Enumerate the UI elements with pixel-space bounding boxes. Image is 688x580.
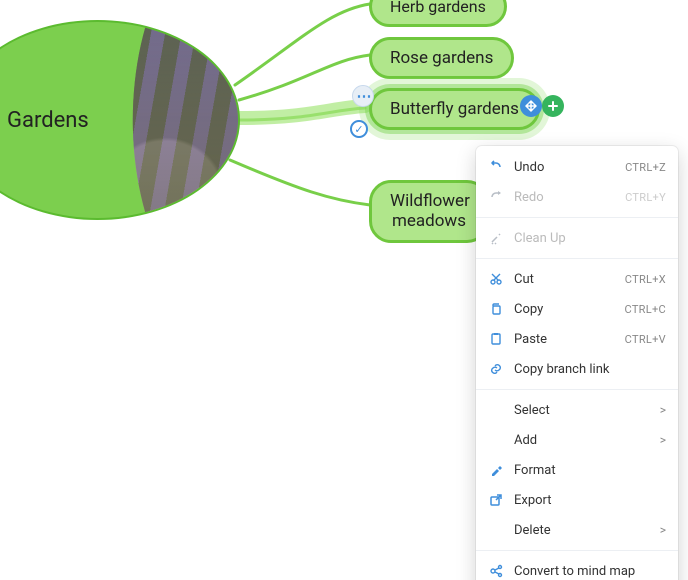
blank-icon <box>488 522 504 538</box>
node-check-icon[interactable]: ✓ <box>350 120 368 138</box>
chevron-right-icon: > <box>660 523 666 537</box>
central-node-image <box>92 22 238 218</box>
central-node-label: Gardens <box>7 108 89 133</box>
menu-label: Cut <box>514 272 615 287</box>
menu-label: Clean Up <box>514 231 666 246</box>
node-label: Butterfly gardens <box>390 99 519 119</box>
menu-label: Convert to mind map <box>514 564 666 579</box>
menu-shortcut: CTRL+Y <box>625 191 666 204</box>
blank-icon <box>488 402 504 418</box>
menu-export[interactable]: Export <box>476 485 678 515</box>
menu-label: Delete <box>514 523 650 538</box>
node-rose-gardens[interactable]: Rose gardens <box>369 37 514 79</box>
redo-icon <box>488 189 504 205</box>
menu-shortcut: CTRL+C <box>625 303 666 316</box>
node-herb-gardens[interactable]: Herb gardens <box>369 0 507 27</box>
node-menu-icon[interactable]: ⋯ <box>352 85 374 107</box>
menu-paste[interactable]: Paste CTRL+V <box>476 324 678 354</box>
menu-label: Format <box>514 463 666 478</box>
menu-separator <box>476 217 678 218</box>
menu-label: Copy branch link <box>514 362 666 377</box>
export-icon <box>488 492 504 508</box>
chevron-right-icon: > <box>660 403 666 417</box>
node-label: Herb gardens <box>390 0 486 16</box>
menu-label: Select <box>514 403 650 418</box>
menu-label: Copy <box>514 302 615 317</box>
node-wildflower-meadows[interactable]: Wildflower meadows <box>369 180 489 243</box>
menu-cut[interactable]: Cut CTRL+X <box>476 264 678 294</box>
menu-label: Redo <box>514 190 615 205</box>
menu-copy[interactable]: Copy CTRL+C <box>476 294 678 324</box>
menu-label: Add <box>514 433 650 448</box>
menu-shortcut: CTRL+V <box>625 333 666 346</box>
chevron-right-icon: > <box>660 433 666 447</box>
context-menu: Undo CTRL+Z Redo CTRL+Y Clean Up Cut CTR… <box>476 146 678 580</box>
node-label: Wildflower meadows <box>390 191 470 231</box>
menu-undo[interactable]: Undo CTRL+Z <box>476 152 678 182</box>
menu-convert-to-mindmap[interactable]: Convert to mind map <box>476 556 678 580</box>
undo-icon <box>488 159 504 175</box>
menu-label: Paste <box>514 332 615 347</box>
menu-select[interactable]: Select > <box>476 395 678 425</box>
menu-redo: Redo CTRL+Y <box>476 182 678 212</box>
central-node-gardens[interactable]: Gardens <box>0 20 240 220</box>
node-add-icon[interactable] <box>542 95 564 117</box>
node-label: Rose gardens <box>390 48 493 68</box>
node-move-icon[interactable] <box>520 95 542 117</box>
mindmap-icon <box>488 563 504 579</box>
menu-format[interactable]: Format <box>476 455 678 485</box>
menu-separator <box>476 550 678 551</box>
menu-shortcut: CTRL+X <box>625 273 666 286</box>
menu-cleanup: Clean Up <box>476 223 678 253</box>
node-butterfly-gardens[interactable]: Butterfly gardens <box>369 88 540 130</box>
menu-shortcut: CTRL+Z <box>625 161 666 174</box>
menu-label: Undo <box>514 160 615 175</box>
copy-icon <box>488 301 504 317</box>
cut-icon <box>488 271 504 287</box>
paste-icon <box>488 331 504 347</box>
format-icon <box>488 462 504 478</box>
menu-delete[interactable]: Delete > <box>476 515 678 545</box>
menu-separator <box>476 258 678 259</box>
menu-separator <box>476 389 678 390</box>
cleanup-icon <box>488 230 504 246</box>
link-icon <box>488 361 504 377</box>
menu-copy-branch-link[interactable]: Copy branch link <box>476 354 678 384</box>
blank-icon <box>488 432 504 448</box>
menu-add[interactable]: Add > <box>476 425 678 455</box>
menu-label: Export <box>514 493 666 508</box>
